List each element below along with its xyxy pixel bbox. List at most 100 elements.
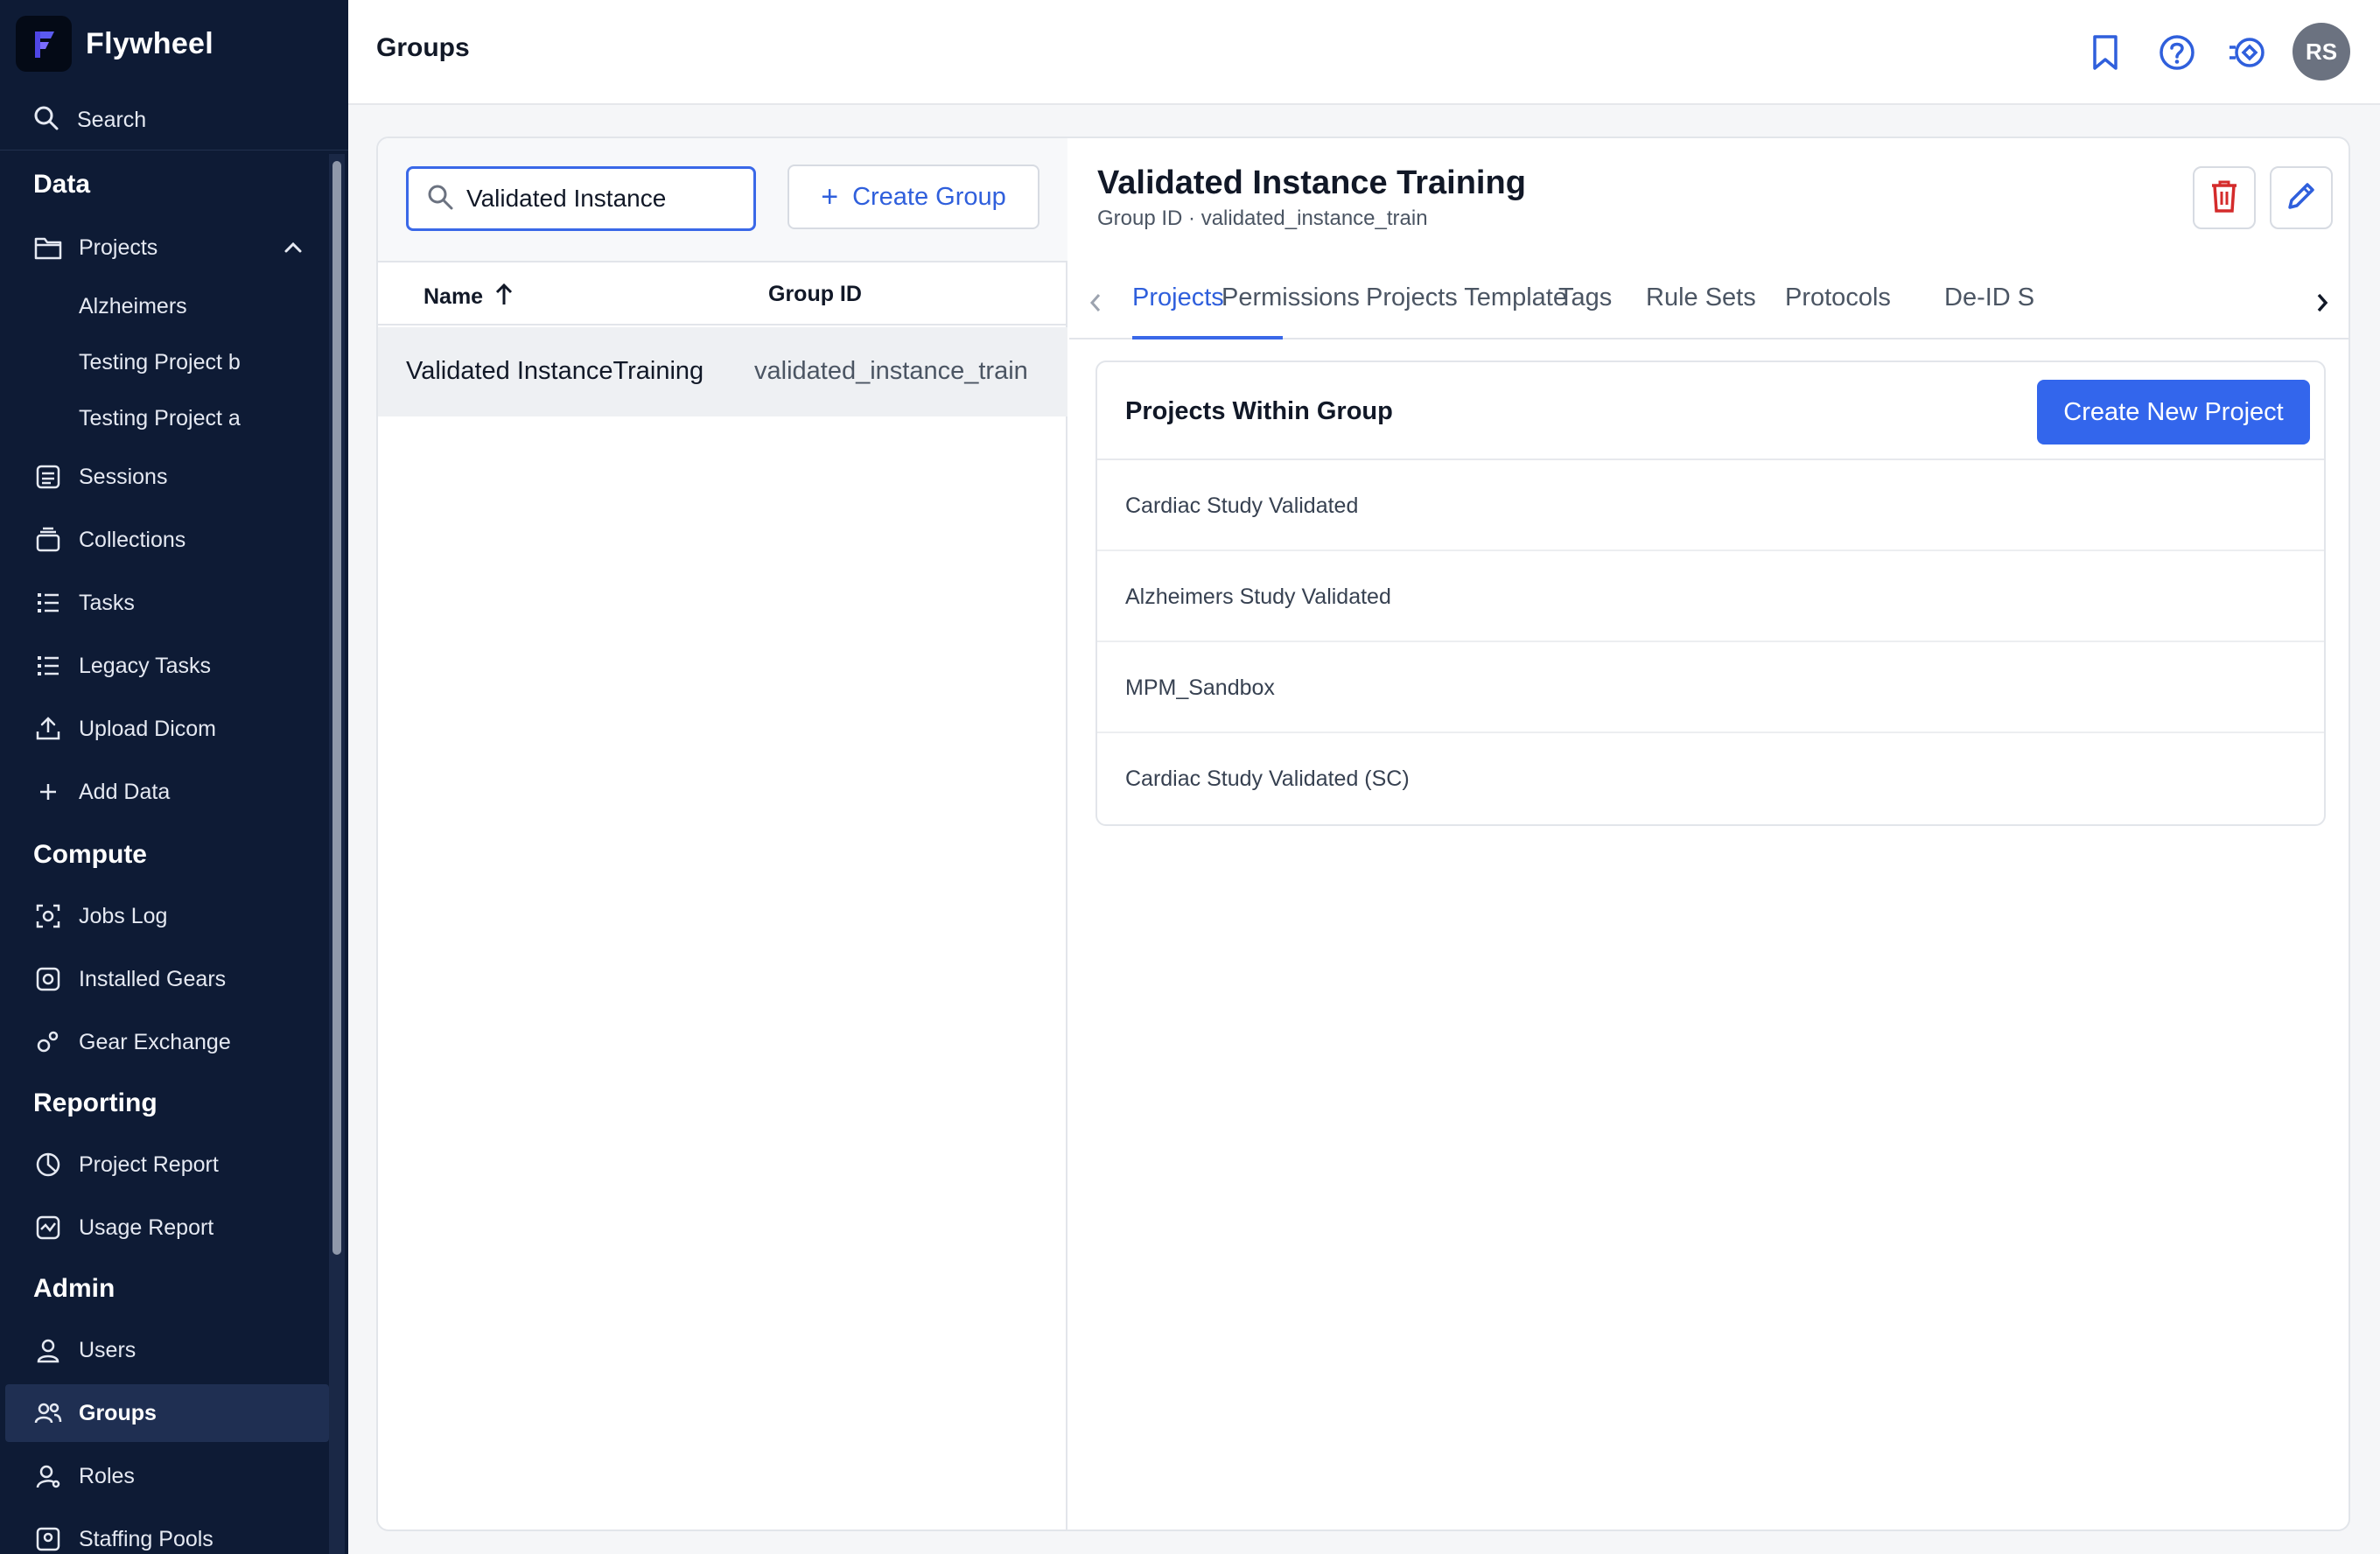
page-title: Groups: [376, 33, 470, 62]
sidebar-item-add-data[interactable]: Add Data: [0, 763, 329, 821]
upload-icon: [33, 714, 63, 744]
sidebar-item-roles[interactable]: Roles: [0, 1447, 329, 1505]
main-content: + Create Group Name Group ID Validated I…: [348, 105, 2380, 1554]
sidebar-search-label: Search: [77, 108, 147, 132]
sidebar-item-projects[interactable]: Projects: [0, 219, 329, 276]
projects-within-group-card: Projects Within Group Create New Project…: [1096, 360, 2326, 826]
sort-ascending-icon[interactable]: [494, 282, 514, 312]
project-name: MPM_Sandbox: [1125, 676, 1275, 700]
table-row[interactable]: Validated InstanceTraining validated_ins…: [378, 327, 1068, 416]
avatar[interactable]: RS: [2292, 23, 2350, 80]
sidebar-subitem-testing-project-a[interactable]: Testing Project a: [79, 406, 241, 431]
sidebar-item-collections[interactable]: Collections: [0, 511, 329, 569]
search-icon: [426, 183, 454, 215]
chevron-right-icon[interactable]: [2305, 285, 2340, 320]
pencil-icon: [2286, 180, 2317, 216]
sidebar-subitem-testing-project-b[interactable]: Testing Project b: [79, 350, 241, 375]
sidebar-item-usage-report[interactable]: Usage Report: [0, 1199, 329, 1256]
help-icon[interactable]: [2151, 26, 2203, 79]
sidebar-item-gear-exchange[interactable]: Gear Exchange: [0, 1013, 329, 1071]
sidebar-item-label: Sessions: [79, 464, 168, 489]
tab-protocols[interactable]: Protocols: [1785, 284, 1891, 312]
sidebar-item-users[interactable]: Users: [0, 1321, 329, 1379]
sidebar-item-tasks[interactable]: Tasks: [0, 574, 329, 632]
tab-projects-template[interactable]: Projects Template: [1366, 284, 1567, 312]
bookmark-icon[interactable]: [2079, 26, 2132, 79]
pie-chart-icon: [33, 1150, 63, 1180]
groups-card: + Create Group Name Group ID Validated I…: [376, 136, 2350, 1531]
sidebar-item-label: Installed Gears: [79, 966, 227, 991]
sidebar-item-label: Usage Report: [79, 1214, 214, 1240]
project-name: Alzheimers Study Validated: [1125, 584, 1391, 609]
chevron-up-icon[interactable]: [282, 236, 304, 265]
projects-card-header: Projects Within Group Create New Project: [1097, 362, 2324, 460]
sidebar-item-label: Projects: [79, 234, 158, 260]
sidebar-item-installed-gears[interactable]: Installed Gears: [0, 950, 329, 1008]
users-group-icon: [33, 1398, 63, 1428]
jobs-log-icon: [33, 901, 63, 931]
delete-group-button[interactable]: [2193, 166, 2256, 229]
groups-toolbar: + Create Group: [378, 138, 1068, 262]
group-name-cell: Validated InstanceTraining: [406, 357, 704, 385]
sidebar-item-label: Collections: [79, 527, 186, 552]
sessions-icon: [33, 462, 63, 492]
sidebar-item-label: Groups: [79, 1400, 157, 1425]
group-search-field[interactable]: [406, 166, 756, 231]
sidebar-subitem-alzheimers[interactable]: Alzheimers: [79, 294, 187, 319]
sidebar-item-upload-dicom[interactable]: Upload Dicom: [0, 700, 329, 758]
list-item[interactable]: Cardiac Study Validated: [1097, 460, 2324, 551]
tasks-list-icon: [33, 588, 63, 618]
project-name: Cardiac Study Validated: [1125, 494, 1359, 518]
sidebar-item-staffing-pools[interactable]: Staffing Pools: [0, 1510, 329, 1554]
list-item[interactable]: MPM_Sandbox: [1097, 642, 2324, 733]
folder-icon: [33, 233, 63, 262]
sidebar-item-project-report[interactable]: Project Report: [0, 1136, 329, 1194]
user-icon: [33, 1335, 63, 1365]
tab-tags[interactable]: Tags: [1558, 284, 1612, 312]
sidebar-item-label: Legacy Tasks: [79, 653, 212, 678]
brand[interactable]: Flywheel: [0, 0, 348, 88]
list-item[interactable]: Alzheimers Study Validated: [1097, 551, 2324, 642]
column-header-name[interactable]: Name: [424, 282, 514, 312]
sidebar-item-label: Upload Dicom: [79, 716, 217, 741]
create-new-project-button[interactable]: Create New Project: [2037, 380, 2310, 444]
edit-group-button[interactable]: [2270, 166, 2333, 229]
chevron-left-icon[interactable]: [1078, 285, 1113, 320]
top-bar: Groups RS: [348, 0, 2380, 105]
group-id-cell: validated_instance_train: [754, 357, 1028, 385]
column-header-group-id[interactable]: Group ID: [768, 282, 862, 307]
gear-exchange-icon: [33, 1027, 63, 1057]
create-group-button[interactable]: + Create Group: [788, 164, 1040, 229]
sidebar-search[interactable]: Search: [0, 91, 348, 150]
tab-rule-sets[interactable]: Rule Sets: [1646, 284, 1756, 312]
sidebar-item-legacy-tasks[interactable]: Legacy Tasks: [0, 637, 329, 695]
plus-icon: +: [821, 179, 839, 214]
search-icon: [33, 105, 60, 136]
active-tab-underline: [1132, 336, 1283, 340]
sidebar-item-sessions[interactable]: Sessions: [0, 448, 329, 506]
sidebar-scrollbar-thumb[interactable]: [332, 161, 341, 1255]
group-detail-title: Validated Instance Training: [1097, 164, 1526, 201]
trash-icon: [2209, 178, 2239, 218]
tab-permissions[interactable]: Permissions: [1222, 284, 1360, 312]
plus-icon: [33, 777, 63, 807]
sidebar-item-label: Add Data: [79, 779, 171, 804]
group-detail-subtitle: Group ID · validated_instance_train: [1097, 206, 1428, 230]
sidebar-item-label: Roles: [79, 1463, 135, 1488]
sidebar-item-label: Tasks: [79, 590, 135, 615]
sidebar-item-label: Project Report: [79, 1152, 219, 1177]
tab-projects[interactable]: Projects: [1132, 284, 1224, 312]
list-item[interactable]: Cardiac Study Validated (SC): [1097, 733, 2324, 824]
sidebar-item-groups[interactable]: Groups: [5, 1384, 329, 1442]
sidebar-item-jobs-log[interactable]: Jobs Log: [0, 887, 329, 945]
target-settings-icon[interactable]: [2221, 26, 2273, 79]
brand-name: Flywheel: [86, 26, 214, 60]
tab-de-id-settings[interactable]: De-ID S: [1944, 284, 2034, 312]
flywheel-logo-icon: [16, 16, 72, 72]
activity-chart-icon: [33, 1213, 63, 1242]
section-reporting: Reporting: [33, 1088, 158, 1117]
group-search-input[interactable]: [466, 185, 746, 213]
projects-card-title: Projects Within Group: [1125, 397, 1393, 425]
section-admin: Admin: [33, 1274, 116, 1303]
project-name: Cardiac Study Validated (SC): [1125, 766, 1410, 791]
